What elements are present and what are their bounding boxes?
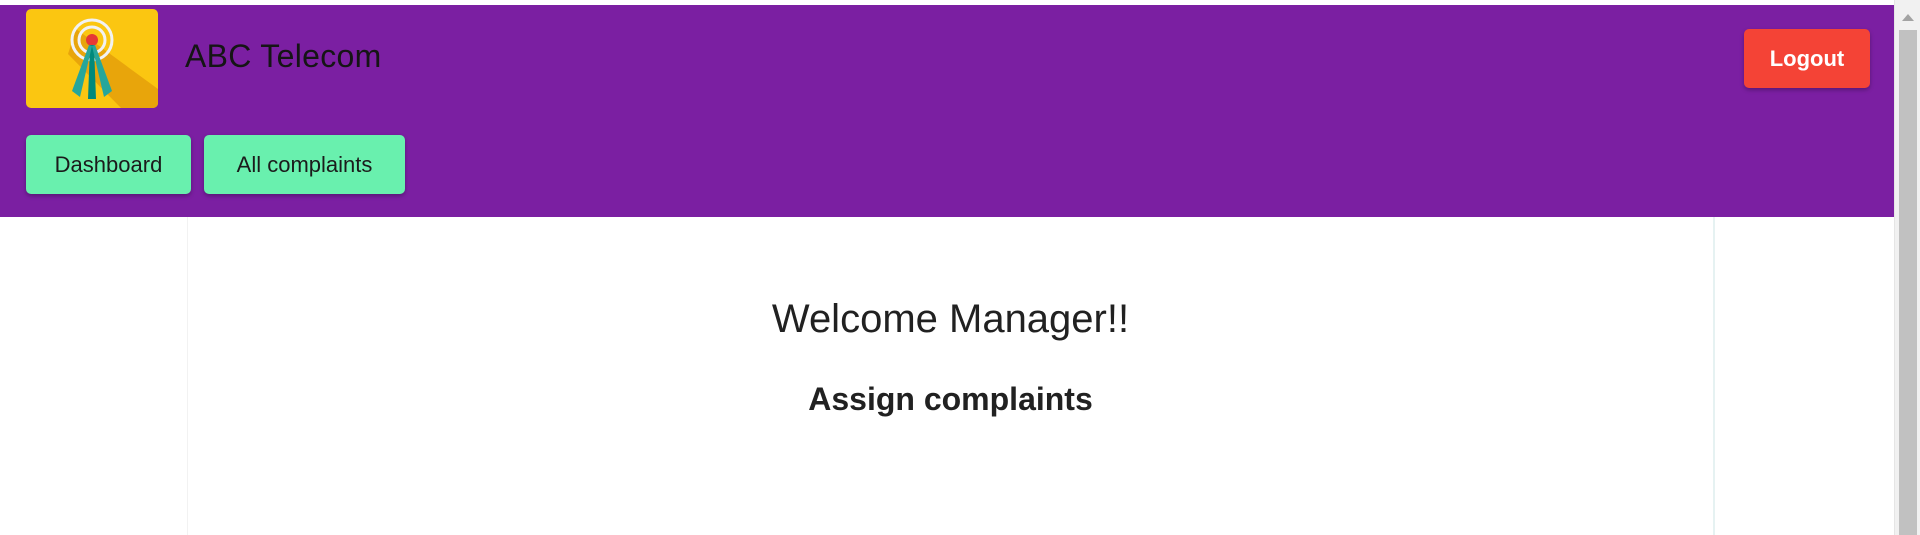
brand-name: ABC Telecom [185, 38, 382, 74]
assign-complaints-heading: Assign complaints [808, 381, 1093, 417]
logout-button[interactable]: Logout [1744, 29, 1870, 88]
welcome-heading: Welcome Manager!! [771, 297, 1130, 341]
nav-dashboard-button[interactable]: Dashboard [26, 135, 191, 194]
scrollbar-thumb[interactable] [1899, 30, 1917, 535]
scroll-up-arrow-icon[interactable] [1902, 14, 1914, 21]
nav-all-complaints-button[interactable]: All complaints [204, 135, 405, 194]
app-header: ABC Telecom Logout Dashboard All complai… [0, 5, 1894, 217]
main-content-card: Welcome Manager!! Assign complaints [187, 217, 1715, 535]
antenna-signal-icon[interactable] [26, 9, 158, 108]
vertical-scrollbar[interactable] [1894, 0, 1920, 535]
